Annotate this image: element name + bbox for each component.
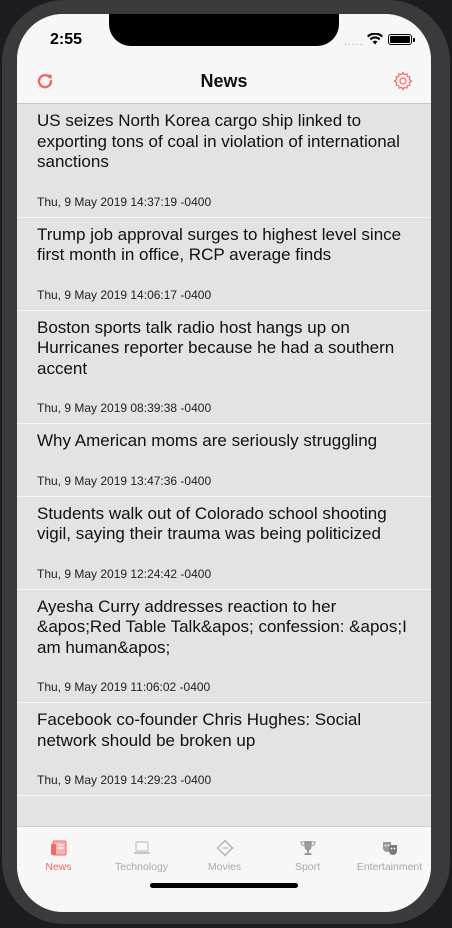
news-headline: Ayesha Curry addresses reaction to her &… (37, 596, 407, 657)
navigation-bar: News (17, 64, 431, 104)
news-headline: Students walk out of Colorado school sho… (37, 503, 387, 544)
news-date: Thu, 9 May 2019 14:06:17 -0400 (37, 287, 212, 302)
device-frame: 2:55 ..... News US seizes North Korea ca… (0, 0, 452, 928)
news-list[interactable]: US seizes North Korea cargo ship linked … (17, 104, 431, 826)
app-screen: 2:55 ..... News US seizes North Korea ca… (17, 14, 431, 912)
news-row[interactable]: US seizes North Korea cargo ship linked … (17, 104, 431, 218)
cellular-signal-icon: ..... (344, 38, 364, 48)
tab-technology[interactable]: Technology (100, 827, 183, 877)
ticket-icon (216, 839, 233, 857)
device-notch (109, 14, 339, 46)
page-title: News (200, 71, 248, 91)
news-date: Thu, 9 May 2019 14:29:23 -0400 (37, 773, 212, 787)
tab-technology-label: Technology (114, 861, 169, 873)
battery-icon (388, 34, 415, 45)
news-date: Thu, 9 May 2019 13:47:36 -0400 (37, 473, 212, 488)
status-bar: 2:55 ..... (17, 14, 431, 64)
tab-entertainment-label: Entertainment (356, 861, 423, 873)
tab-movies-label: Movies (207, 861, 242, 873)
news-headline: Facebook co-founder Chris Hughes: Social… (37, 710, 362, 750)
laptop-icon (133, 841, 150, 854)
news-row[interactable]: Boston sports talk radio host hangs up o… (17, 311, 431, 424)
tab-movies[interactable]: Movies (183, 827, 266, 877)
wifi-icon (367, 33, 383, 45)
news-date: Thu, 9 May 2019 11:06:02 -0400 (37, 680, 211, 694)
news-row[interactable]: Facebook co-founder Chris Hughes: Social… (17, 703, 431, 796)
gear-icon[interactable] (393, 71, 413, 91)
tab-sport[interactable]: Sport (266, 827, 349, 877)
news-date: Thu, 9 May 2019 14:37:19 -0400 (37, 194, 212, 209)
tab-sport-label: Sport (294, 861, 321, 873)
status-time: 2:55 (50, 31, 83, 48)
news-headline: Why American moms are seriously struggli… (37, 431, 378, 450)
news-row[interactable]: Ayesha Curry addresses reaction to her &… (17, 590, 431, 703)
tab-entertainment[interactable]: Entertainment (348, 827, 431, 877)
news-headline: Trump job approval surges to highest lev… (37, 224, 402, 265)
news-headline: US seizes North Korea cargo ship linked … (37, 111, 400, 171)
tab-news-label: News (45, 861, 72, 873)
home-indicator[interactable] (150, 883, 298, 888)
news-date: Thu, 9 May 2019 08:39:38 -0400 (37, 401, 212, 415)
newspaper-icon (50, 840, 66, 856)
news-date: Thu, 9 May 2019 12:24:42 -0400 (37, 566, 212, 581)
news-row[interactable]: Trump job approval surges to highest lev… (17, 218, 431, 311)
tab-bar: News Technology Movies Sport Entertainme… (17, 826, 431, 912)
trophy-icon (299, 841, 316, 855)
news-row[interactable]: Students walk out of Colorado school sho… (17, 497, 431, 590)
news-row[interactable]: Why American moms are seriously struggli… (17, 424, 431, 497)
tab-news[interactable]: News (17, 827, 100, 877)
theater-masks-icon (382, 842, 397, 855)
news-headline: Boston sports talk radio host hangs up o… (37, 317, 395, 378)
